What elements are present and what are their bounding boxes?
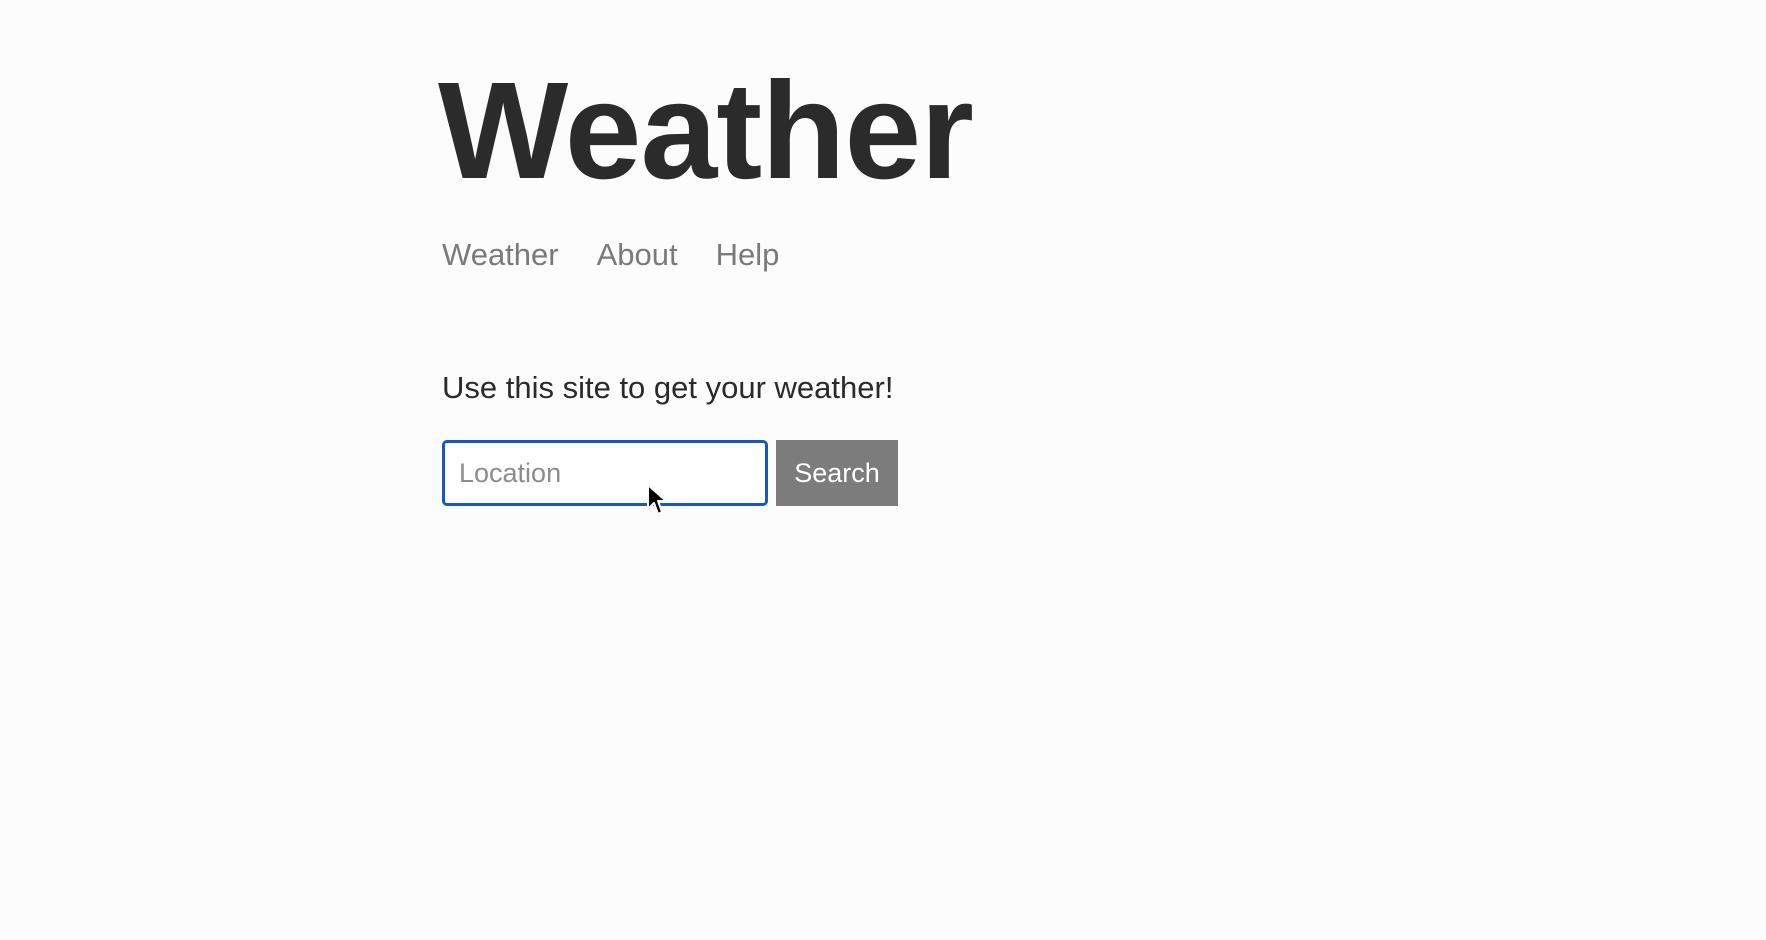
main-nav: Weather About Help: [442, 237, 779, 273]
search-button[interactable]: Search: [776, 440, 898, 506]
search-form: Search: [442, 440, 898, 506]
nav-link-about[interactable]: About: [597, 237, 678, 273]
nav-link-help[interactable]: Help: [716, 237, 780, 273]
location-input[interactable]: [442, 440, 768, 506]
nav-link-weather[interactable]: Weather: [442, 237, 559, 273]
page-title: Weather: [438, 54, 974, 208]
intro-text: Use this site to get your weather!: [442, 370, 894, 405]
